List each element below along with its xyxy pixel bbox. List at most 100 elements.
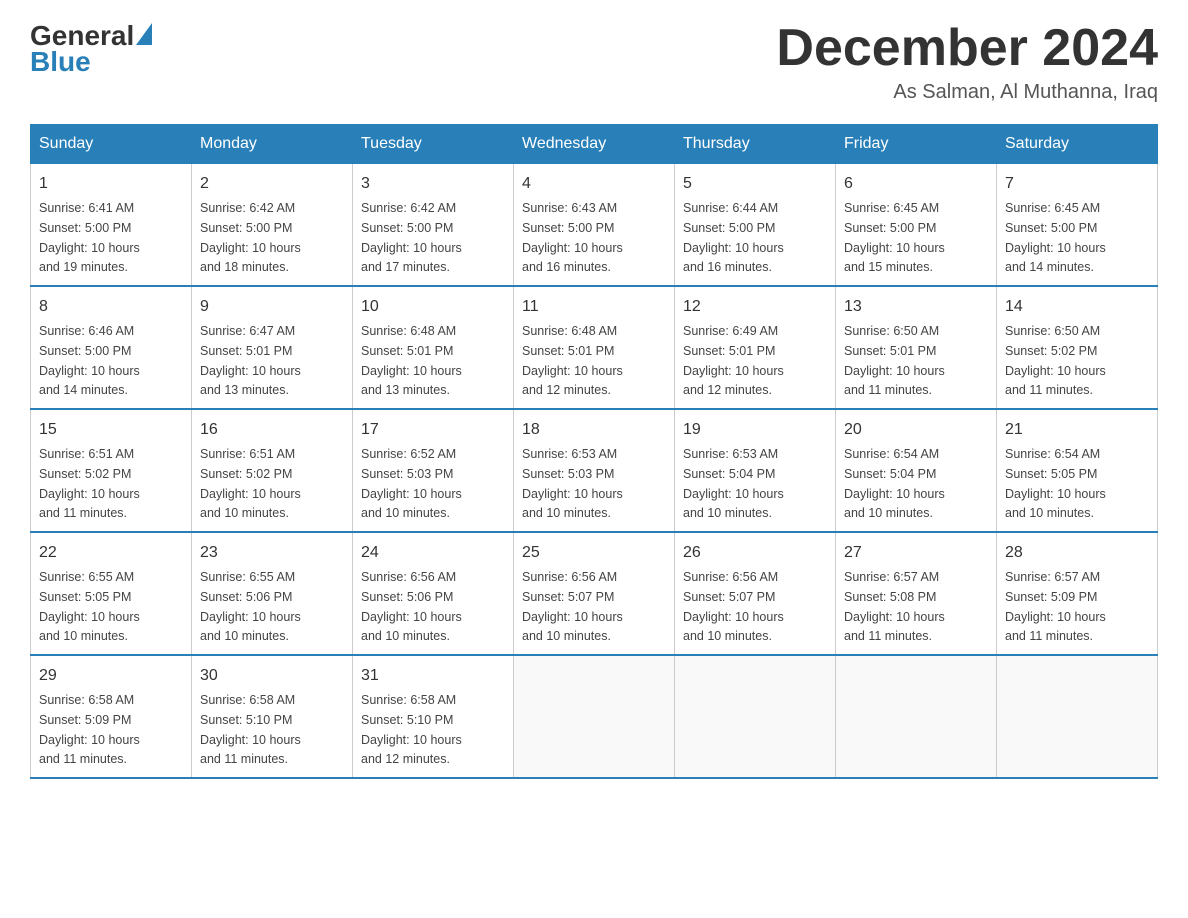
day-number: 10 <box>361 295 505 319</box>
table-row <box>514 655 675 778</box>
day-info: Sunrise: 6:55 AMSunset: 5:05 PMDaylight:… <box>39 570 140 643</box>
col-tuesday: Tuesday <box>353 125 514 164</box>
table-row: 13 Sunrise: 6:50 AMSunset: 5:01 PMDaylig… <box>836 286 997 409</box>
day-number: 25 <box>522 541 666 565</box>
col-saturday: Saturday <box>997 125 1158 164</box>
table-row: 30 Sunrise: 6:58 AMSunset: 5:10 PMDaylig… <box>192 655 353 778</box>
day-info: Sunrise: 6:50 AMSunset: 5:02 PMDaylight:… <box>1005 324 1106 397</box>
day-number: 15 <box>39 418 183 442</box>
calendar-week-row: 8 Sunrise: 6:46 AMSunset: 5:00 PMDayligh… <box>31 286 1158 409</box>
month-title: December 2024 <box>776 20 1158 77</box>
table-row: 7 Sunrise: 6:45 AMSunset: 5:00 PMDayligh… <box>997 164 1158 287</box>
day-info: Sunrise: 6:48 AMSunset: 5:01 PMDaylight:… <box>361 324 462 397</box>
calendar-week-row: 1 Sunrise: 6:41 AMSunset: 5:00 PMDayligh… <box>31 164 1158 287</box>
day-number: 8 <box>39 295 183 319</box>
day-info: Sunrise: 6:58 AMSunset: 5:09 PMDaylight:… <box>39 693 140 766</box>
day-info: Sunrise: 6:53 AMSunset: 5:04 PMDaylight:… <box>683 447 784 520</box>
day-number: 12 <box>683 295 827 319</box>
day-number: 28 <box>1005 541 1149 565</box>
table-row: 10 Sunrise: 6:48 AMSunset: 5:01 PMDaylig… <box>353 286 514 409</box>
table-row: 3 Sunrise: 6:42 AMSunset: 5:00 PMDayligh… <box>353 164 514 287</box>
day-info: Sunrise: 6:48 AMSunset: 5:01 PMDaylight:… <box>522 324 623 397</box>
calendar-week-row: 15 Sunrise: 6:51 AMSunset: 5:02 PMDaylig… <box>31 409 1158 532</box>
day-info: Sunrise: 6:44 AMSunset: 5:00 PMDaylight:… <box>683 201 784 274</box>
day-info: Sunrise: 6:58 AMSunset: 5:10 PMDaylight:… <box>200 693 301 766</box>
day-info: Sunrise: 6:56 AMSunset: 5:06 PMDaylight:… <box>361 570 462 643</box>
day-number: 14 <box>1005 295 1149 319</box>
day-number: 19 <box>683 418 827 442</box>
table-row: 9 Sunrise: 6:47 AMSunset: 5:01 PMDayligh… <box>192 286 353 409</box>
day-info: Sunrise: 6:46 AMSunset: 5:00 PMDaylight:… <box>39 324 140 397</box>
table-row: 28 Sunrise: 6:57 AMSunset: 5:09 PMDaylig… <box>997 532 1158 655</box>
table-row: 4 Sunrise: 6:43 AMSunset: 5:00 PMDayligh… <box>514 164 675 287</box>
table-row: 16 Sunrise: 6:51 AMSunset: 5:02 PMDaylig… <box>192 409 353 532</box>
col-sunday: Sunday <box>31 125 192 164</box>
table-row: 12 Sunrise: 6:49 AMSunset: 5:01 PMDaylig… <box>675 286 836 409</box>
day-number: 30 <box>200 664 344 688</box>
table-row: 21 Sunrise: 6:54 AMSunset: 5:05 PMDaylig… <box>997 409 1158 532</box>
day-number: 3 <box>361 172 505 196</box>
day-info: Sunrise: 6:52 AMSunset: 5:03 PMDaylight:… <box>361 447 462 520</box>
day-info: Sunrise: 6:43 AMSunset: 5:00 PMDaylight:… <box>522 201 623 274</box>
day-number: 5 <box>683 172 827 196</box>
col-friday: Friday <box>836 125 997 164</box>
day-info: Sunrise: 6:51 AMSunset: 5:02 PMDaylight:… <box>39 447 140 520</box>
col-monday: Monday <box>192 125 353 164</box>
day-number: 2 <box>200 172 344 196</box>
table-row: 18 Sunrise: 6:53 AMSunset: 5:03 PMDaylig… <box>514 409 675 532</box>
table-row: 26 Sunrise: 6:56 AMSunset: 5:07 PMDaylig… <box>675 532 836 655</box>
day-number: 20 <box>844 418 988 442</box>
day-info: Sunrise: 6:54 AMSunset: 5:05 PMDaylight:… <box>1005 447 1106 520</box>
day-number: 11 <box>522 295 666 319</box>
day-number: 1 <box>39 172 183 196</box>
table-row: 11 Sunrise: 6:48 AMSunset: 5:01 PMDaylig… <box>514 286 675 409</box>
day-number: 29 <box>39 664 183 688</box>
col-thursday: Thursday <box>675 125 836 164</box>
table-row: 19 Sunrise: 6:53 AMSunset: 5:04 PMDaylig… <box>675 409 836 532</box>
day-number: 31 <box>361 664 505 688</box>
day-info: Sunrise: 6:49 AMSunset: 5:01 PMDaylight:… <box>683 324 784 397</box>
table-row: 5 Sunrise: 6:44 AMSunset: 5:00 PMDayligh… <box>675 164 836 287</box>
table-row <box>997 655 1158 778</box>
day-info: Sunrise: 6:57 AMSunset: 5:08 PMDaylight:… <box>844 570 945 643</box>
logo-triangle-icon <box>136 23 152 45</box>
day-number: 7 <box>1005 172 1149 196</box>
day-number: 18 <box>522 418 666 442</box>
day-info: Sunrise: 6:56 AMSunset: 5:07 PMDaylight:… <box>522 570 623 643</box>
calendar-table: Sunday Monday Tuesday Wednesday Thursday… <box>30 124 1158 779</box>
table-row: 20 Sunrise: 6:54 AMSunset: 5:04 PMDaylig… <box>836 409 997 532</box>
day-number: 17 <box>361 418 505 442</box>
day-info: Sunrise: 6:53 AMSunset: 5:03 PMDaylight:… <box>522 447 623 520</box>
day-info: Sunrise: 6:42 AMSunset: 5:00 PMDaylight:… <box>361 201 462 274</box>
day-info: Sunrise: 6:55 AMSunset: 5:06 PMDaylight:… <box>200 570 301 643</box>
title-area: December 2024 As Salman, Al Muthanna, Ir… <box>776 20 1158 104</box>
day-number: 26 <box>683 541 827 565</box>
table-row <box>675 655 836 778</box>
day-number: 13 <box>844 295 988 319</box>
table-row: 22 Sunrise: 6:55 AMSunset: 5:05 PMDaylig… <box>31 532 192 655</box>
day-info: Sunrise: 6:45 AMSunset: 5:00 PMDaylight:… <box>844 201 945 274</box>
logo: General Blue <box>30 20 154 78</box>
table-row: 31 Sunrise: 6:58 AMSunset: 5:10 PMDaylig… <box>353 655 514 778</box>
logo-blue-text: Blue <box>30 46 91 78</box>
header: General Blue December 2024 As Salman, Al… <box>30 20 1158 104</box>
day-number: 4 <box>522 172 666 196</box>
table-row: 17 Sunrise: 6:52 AMSunset: 5:03 PMDaylig… <box>353 409 514 532</box>
table-row: 2 Sunrise: 6:42 AMSunset: 5:00 PMDayligh… <box>192 164 353 287</box>
day-info: Sunrise: 6:57 AMSunset: 5:09 PMDaylight:… <box>1005 570 1106 643</box>
table-row: 1 Sunrise: 6:41 AMSunset: 5:00 PMDayligh… <box>31 164 192 287</box>
day-number: 27 <box>844 541 988 565</box>
day-info: Sunrise: 6:54 AMSunset: 5:04 PMDaylight:… <box>844 447 945 520</box>
calendar-header-row: Sunday Monday Tuesday Wednesday Thursday… <box>31 125 1158 164</box>
calendar-week-row: 29 Sunrise: 6:58 AMSunset: 5:09 PMDaylig… <box>31 655 1158 778</box>
table-row: 8 Sunrise: 6:46 AMSunset: 5:00 PMDayligh… <box>31 286 192 409</box>
table-row: 24 Sunrise: 6:56 AMSunset: 5:06 PMDaylig… <box>353 532 514 655</box>
day-info: Sunrise: 6:41 AMSunset: 5:00 PMDaylight:… <box>39 201 140 274</box>
calendar-week-row: 22 Sunrise: 6:55 AMSunset: 5:05 PMDaylig… <box>31 532 1158 655</box>
day-info: Sunrise: 6:47 AMSunset: 5:01 PMDaylight:… <box>200 324 301 397</box>
table-row: 23 Sunrise: 6:55 AMSunset: 5:06 PMDaylig… <box>192 532 353 655</box>
day-info: Sunrise: 6:51 AMSunset: 5:02 PMDaylight:… <box>200 447 301 520</box>
day-info: Sunrise: 6:42 AMSunset: 5:00 PMDaylight:… <box>200 201 301 274</box>
table-row: 29 Sunrise: 6:58 AMSunset: 5:09 PMDaylig… <box>31 655 192 778</box>
day-number: 21 <box>1005 418 1149 442</box>
